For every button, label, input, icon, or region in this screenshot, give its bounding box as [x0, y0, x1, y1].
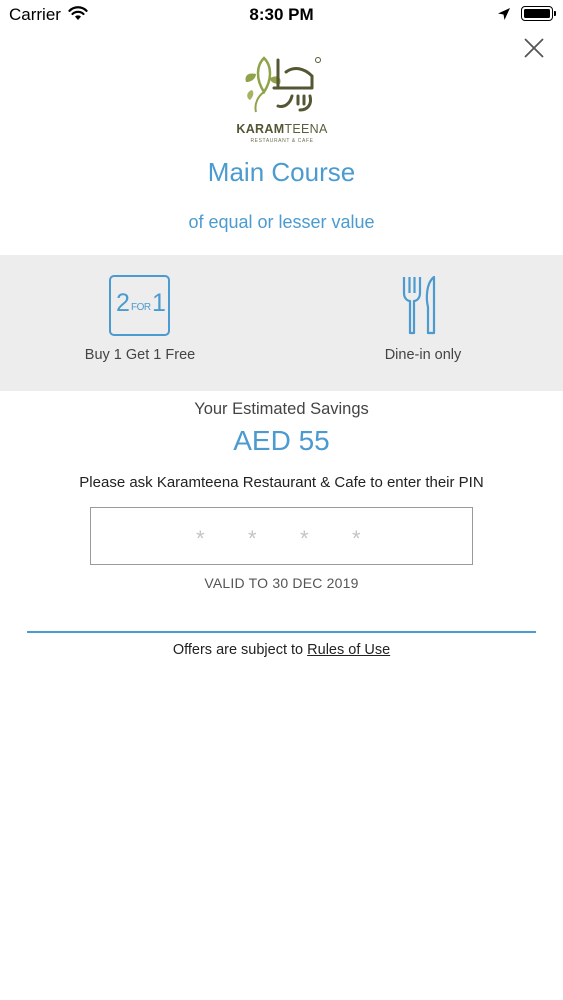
offer-features: 2 FOR 1 Buy 1 Get 1 Free Dine-in only [0, 255, 563, 391]
rules-footer: Offers are subject to Rules of Use [0, 642, 563, 658]
pin-placeholder-char: * [196, 526, 205, 551]
2-for-1-icon: 2 FOR 1 [109, 275, 170, 336]
validity-date: VALID TO 30 DEC 2019 [204, 575, 359, 591]
rules-of-use-link[interactable]: Rules of Use [307, 642, 390, 658]
location-arrow-icon [497, 6, 511, 26]
feature-label-buy-one-get-one: Buy 1 Get 1 Free [84, 347, 196, 363]
pin-placeholder-char: * [248, 526, 257, 551]
logo-subtitle: RESTAURANT & CAFE [250, 138, 314, 144]
fork-knife-icon [402, 275, 436, 335]
pin-input[interactable]: * * * * [90, 507, 473, 565]
close-button[interactable] [520, 34, 548, 62]
logo-wordmark: KARAMTEENA [236, 122, 328, 136]
karamteena-emblem-icon [245, 56, 321, 113]
close-icon [524, 38, 544, 58]
savings-amount: AED 55 [233, 425, 330, 456]
battery-icon [521, 6, 553, 21]
pin-prompt: Please ask Karamteena Restaurant & Cafe … [79, 474, 484, 491]
status-bar: Carrier 8:30 PM [0, 0, 563, 30]
offer-title: Main Course [207, 157, 356, 187]
battery-cap [554, 11, 556, 16]
savings-label: Your Estimated Savings [194, 400, 369, 418]
pin-placeholder-char: * [300, 526, 309, 551]
status-time: 8:30 PM [249, 5, 314, 24]
offer-subtitle: of equal or lesser value [188, 212, 375, 232]
restaurant-logo: KARAMTEENA RESTAURANT & CAFE [230, 52, 334, 152]
pin-placeholder-char: * [352, 526, 361, 551]
rules-prefix: Offers are subject to [172, 642, 308, 658]
divider [27, 631, 536, 633]
feature-label-dine-in: Dine-in only [384, 347, 462, 363]
